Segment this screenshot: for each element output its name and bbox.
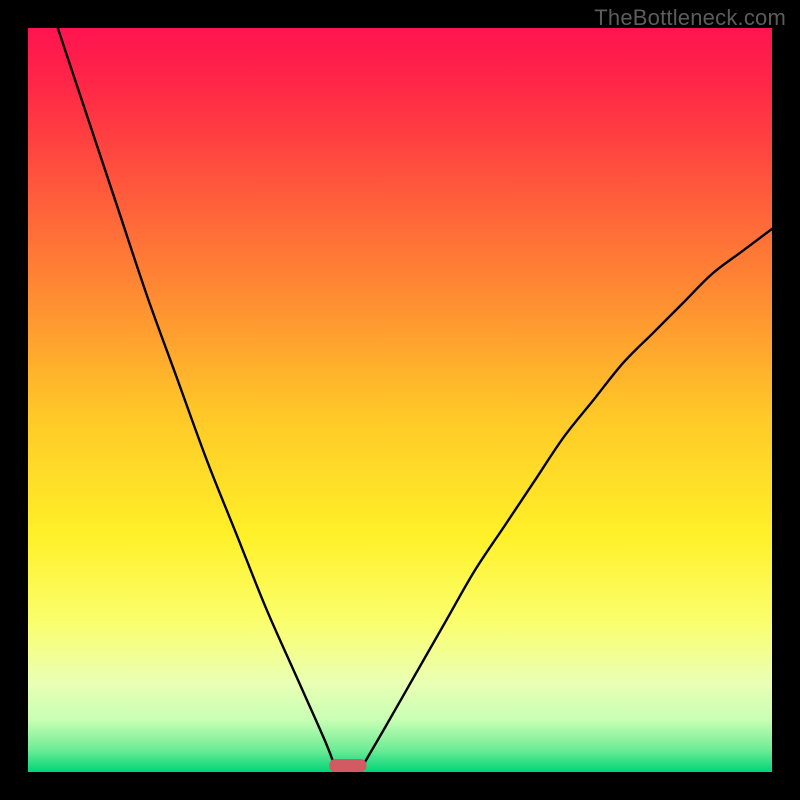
chart-container: TheBottleneck.com [0, 0, 800, 800]
plot-area [28, 28, 772, 772]
gradient-background [28, 28, 772, 772]
watermark-text: TheBottleneck.com [594, 5, 786, 31]
min-marker-pill [329, 759, 366, 772]
chart-svg [28, 28, 772, 772]
